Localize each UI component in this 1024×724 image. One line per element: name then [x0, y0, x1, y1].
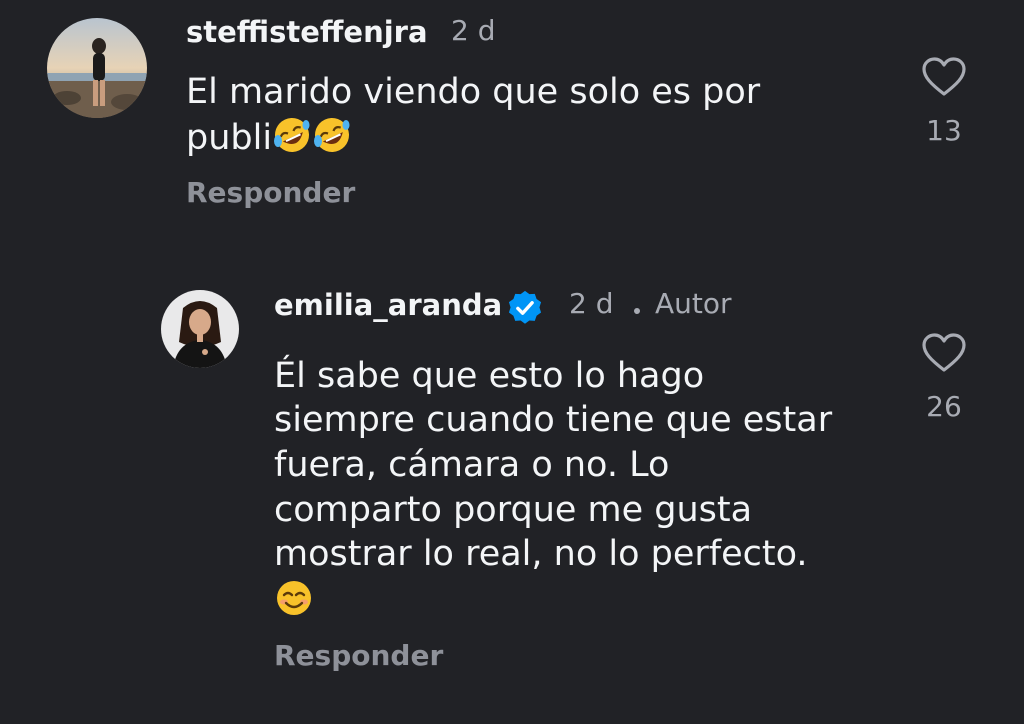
- comment-text-line: [274, 578, 314, 624]
- comment-text-line: siempre cuando tiene que estar: [274, 400, 833, 440]
- comment-text-line-with-emoji: publi: [186, 115, 352, 161]
- avatar[interactable]: [47, 18, 147, 118]
- heart-outline-icon[interactable]: [921, 332, 967, 374]
- comment-text-line: mostrar lo real, no lo perfecto.: [274, 534, 808, 574]
- reply-button[interactable]: Responder: [186, 176, 355, 209]
- author-tag: Autor: [655, 287, 732, 320]
- separator-dot: [634, 308, 640, 314]
- comment-text-line: Él sabe que esto lo hago: [274, 356, 705, 396]
- smiling-face-emoji-icon: [274, 578, 314, 618]
- like-count: 13: [926, 114, 962, 147]
- comment-username[interactable]: emilia_aranda: [274, 288, 502, 322]
- comment-text-line: publi: [186, 118, 273, 158]
- comment-username[interactable]: steffisteffenjra: [186, 15, 428, 49]
- comment-text-line: El marido viendo que solo es por: [186, 72, 761, 112]
- comment-text-line: fuera, cámara o no. Lo: [274, 445, 670, 485]
- like-count: 26: [926, 390, 962, 423]
- heart-outline-icon[interactable]: [921, 56, 967, 98]
- comments-thread: steffisteffenjra 2 d El marido viendo qu…: [0, 0, 1024, 724]
- comment-timestamp: 2 d: [569, 287, 614, 320]
- rolling-on-floor-laughing-emoji-icon: [272, 115, 312, 155]
- avatar[interactable]: [161, 290, 239, 368]
- verified-badge-icon: [506, 289, 544, 327]
- rolling-on-floor-laughing-emoji-icon: [312, 115, 352, 155]
- comment-timestamp: 2 d: [451, 14, 496, 47]
- comment-text-line: comparto porque me gusta: [274, 490, 753, 530]
- reply-button[interactable]: Responder: [274, 639, 443, 672]
